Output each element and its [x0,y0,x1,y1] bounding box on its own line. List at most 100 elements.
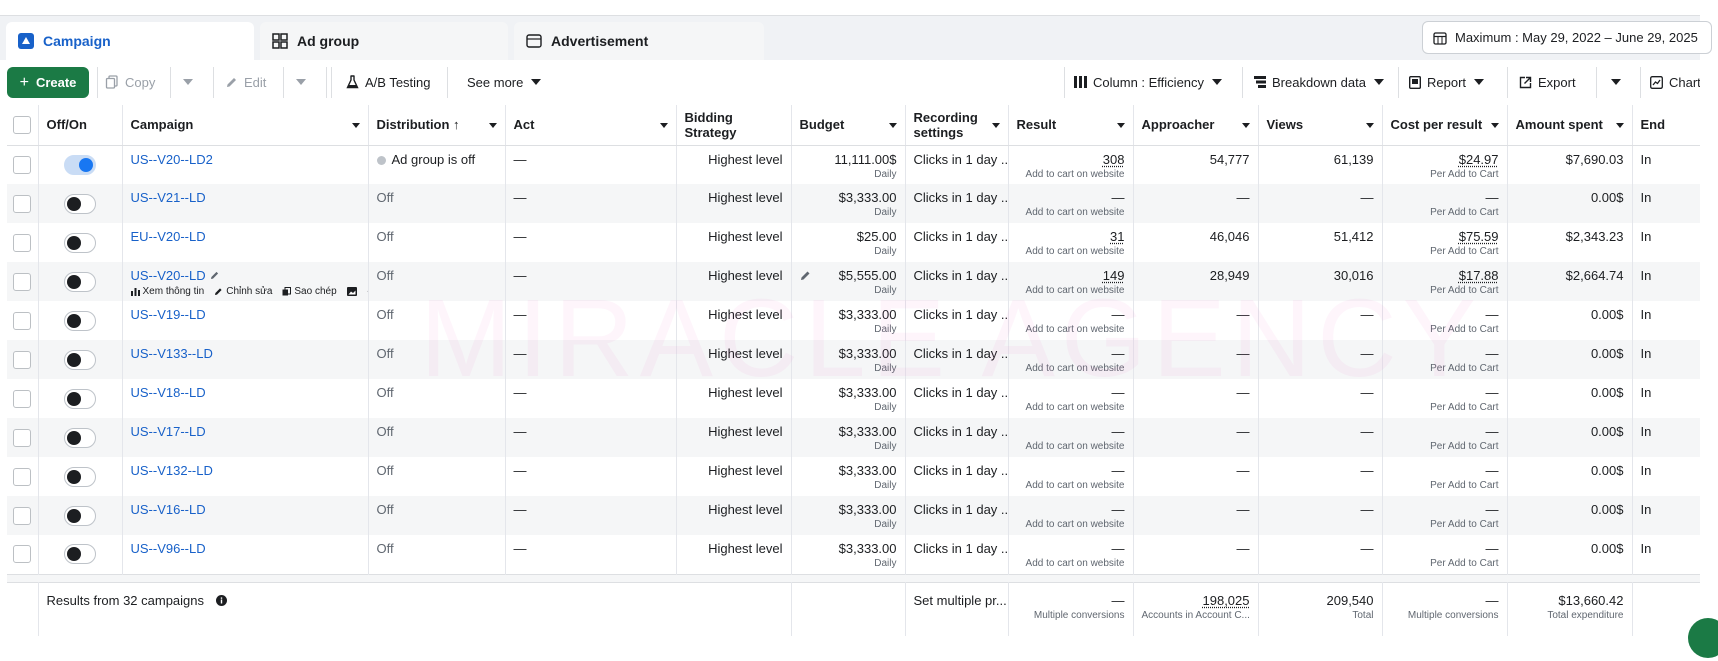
campaign-name-link[interactable]: US--V20--LD2 [131,152,213,167]
date-range-picker[interactable]: Maximum : May 29, 2022 – June 29, 2025 [1422,21,1712,54]
result-value[interactable]: — [1112,385,1125,400]
export-button[interactable]: Export [1519,67,1576,97]
result-value[interactable]: — [1112,541,1125,556]
budget-cell[interactable]: $3,333.00 Daily [791,379,906,418]
cost-per-result-value[interactable]: — [1486,502,1499,517]
chart-button[interactable]: Chart [1650,67,1700,97]
edit-budget-pencil-icon[interactable] [800,269,811,284]
tab-campaign[interactable]: Campaign [6,22,254,60]
table-row[interactable]: US--V19--LD Off — Highest level $3,333.0… [7,301,1700,340]
campaign-name-link[interactable]: US--V20--LD [131,268,206,283]
header-recording-settings[interactable]: Recording settings [905,105,1009,146]
row-checkbox[interactable] [13,545,32,564]
budget-cell[interactable]: $3,333.00 Daily [791,418,906,457]
header-offon[interactable]: Off/On [38,105,123,146]
campaign-name-link[interactable]: US--V133--LD [131,346,213,361]
header-bidding-strategy[interactable]: Bidding Strategy [676,105,792,146]
row-checkbox[interactable] [13,428,32,447]
cost-per-result-value[interactable]: — [1486,346,1499,361]
table-row[interactable]: US--V20--LD2 Ad group is off — Highest l… [7,145,1700,184]
chevron-down-icon[interactable] [488,123,497,128]
cost-per-result-value[interactable]: $75.59 [1459,229,1499,244]
breakdown-button[interactable]: Breakdown data [1254,67,1384,97]
header-act[interactable]: Act [505,105,677,146]
budget-cell[interactable]: $3,333.00 Daily [791,184,906,223]
row-checkbox[interactable] [13,155,32,174]
table-row[interactable]: US--V18--LD Off — Highest level $3,333.0… [7,379,1700,418]
chevron-down-icon[interactable] [659,123,668,128]
campaign-name-link[interactable]: EU--V20--LD [131,229,206,244]
header-campaign[interactable]: Campaign [122,105,369,146]
header-approacher[interactable]: Approacher [1133,105,1259,146]
row-checkbox[interactable] [13,467,32,486]
header-cost-per-result[interactable]: Cost per result [1382,105,1508,146]
cost-per-result-value[interactable]: $24.97 [1459,152,1499,167]
copy-button[interactable]: Copy [105,67,155,97]
result-value[interactable]: 149 [1103,268,1125,283]
cost-per-result-value[interactable]: — [1486,385,1499,400]
budget-cell[interactable]: $3,333.00 Daily [791,301,906,340]
chevron-down-icon[interactable] [1365,123,1374,128]
row-checkbox[interactable] [13,506,32,525]
header-end[interactable]: End [1632,105,1700,146]
result-value[interactable]: — [1112,190,1125,205]
campaign-name-link[interactable]: US--V96--LD [131,541,206,556]
tab-ad-group[interactable]: Ad group [260,22,508,60]
campaign-toggle[interactable] [64,388,96,409]
table-row[interactable]: US--V17--LD Off — Highest level $3,333.0… [7,418,1700,457]
result-value[interactable]: 31 [1110,229,1124,244]
campaign-toggle[interactable] [64,544,96,565]
result-value[interactable]: — [1112,307,1125,322]
table-row[interactable]: US--V21--LD Off — Highest level $3,333.0… [7,184,1700,223]
campaign-toggle[interactable] [64,154,96,175]
ab-testing-button[interactable]: A/B Testing [346,67,431,97]
select-all-checkbox[interactable] [13,115,32,134]
campaign-toggle[interactable] [64,466,96,487]
preview-action[interactable] [346,287,357,296]
result-value[interactable]: — [1112,346,1125,361]
cost-per-result-value[interactable]: — [1486,307,1499,322]
header-budget[interactable]: Budget [791,105,906,146]
cost-per-result-value[interactable]: $17.88 [1459,268,1499,283]
table-row[interactable]: US--V16--LD Off — Highest level $3,333.0… [7,496,1700,535]
chevron-down-icon[interactable] [1241,123,1250,128]
cost-per-result-value[interactable]: — [1486,463,1499,478]
header-amount-spent[interactable]: Amount spent [1507,105,1633,146]
budget-cell[interactable]: 11,111.00$ Daily [791,145,906,184]
campaign-name-link[interactable]: US--V19--LD [131,307,206,322]
column-button[interactable]: Column : Efficiency [1074,67,1223,97]
campaign-toggle[interactable] [64,310,96,331]
result-value[interactable]: — [1112,502,1125,517]
chevron-down-icon[interactable] [888,123,897,128]
campaign-toggle[interactable] [64,349,96,370]
result-value[interactable]: — [1112,463,1125,478]
header-distribution[interactable]: Distribution ↑ [368,105,506,146]
table-row[interactable]: US--V96--LD Off — Highest level $3,333.0… [7,535,1700,574]
footer-approacher-value[interactable]: 198,025 [1203,593,1250,608]
budget-cell[interactable]: $3,333.00 Daily [791,535,906,574]
header-result[interactable]: Result [1008,105,1134,146]
chevron-down-icon[interactable] [1615,123,1624,128]
rename-pencil-icon[interactable] [210,268,220,283]
budget-cell[interactable]: $3,333.00 Daily [791,496,906,535]
row-checkbox[interactable] [13,311,32,330]
campaign-toggle[interactable] [64,193,96,214]
row-checkbox[interactable] [13,389,32,408]
campaign-toggle[interactable] [64,271,96,292]
budget-cell[interactable]: $3,333.00 Daily [791,457,906,496]
table-row[interactable]: US--V20--LD Xem thông tin Chỉnh sửa Sao … [7,262,1700,301]
table-row[interactable]: US--V132--LD Off — Highest level $3,333.… [7,457,1700,496]
header-select-all[interactable] [7,105,39,146]
info-icon[interactable] [215,594,227,609]
tab-advertisement[interactable]: Advertisement [514,22,764,60]
row-checkbox[interactable] [13,272,32,291]
budget-cell[interactable]: $5,555.00 Daily [791,262,906,301]
chevron-down-icon[interactable] [1490,123,1499,128]
chevron-down-icon[interactable] [351,123,360,128]
duplicate-action[interactable]: Sao chép [282,286,337,297]
edit-dropdown-button[interactable] [296,67,306,97]
campaign-toggle[interactable] [64,505,96,526]
campaign-name-link[interactable]: US--V18--LD [131,385,206,400]
campaign-name-link[interactable]: US--V17--LD [131,424,206,439]
header-views[interactable]: Views [1258,105,1383,146]
